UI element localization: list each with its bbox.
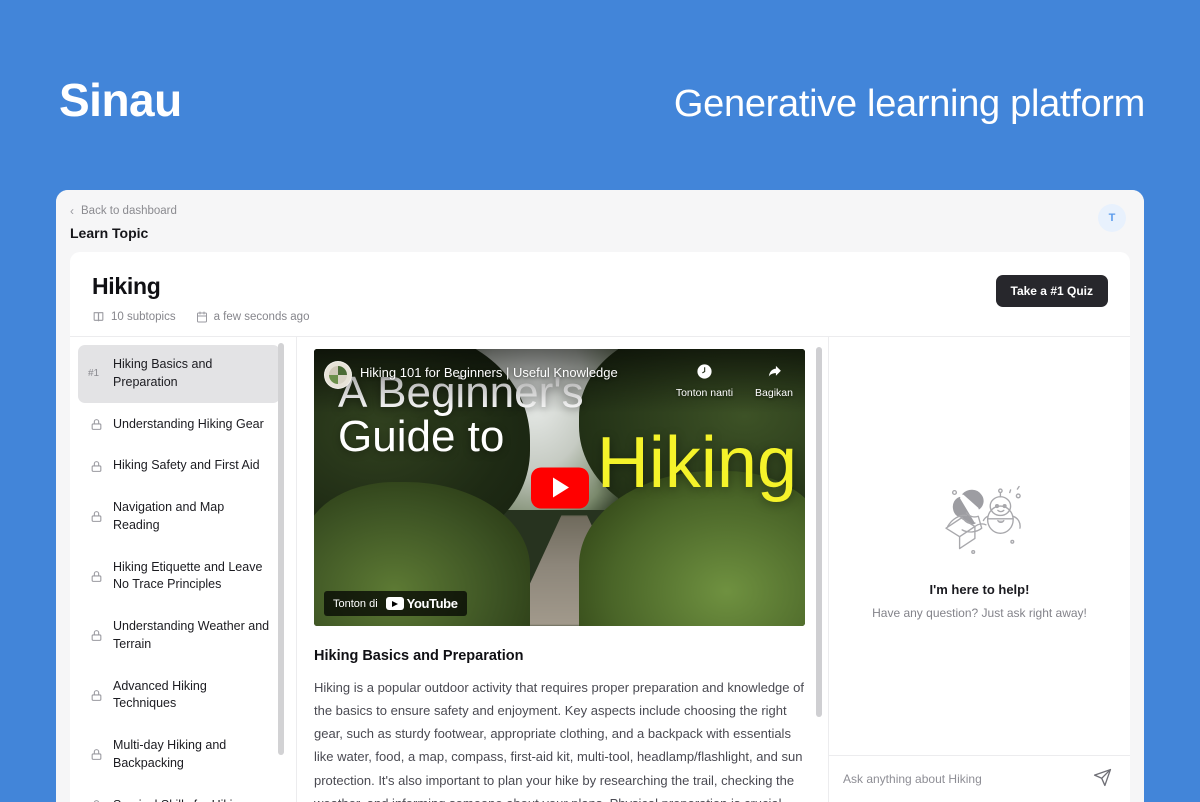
- assistant-empty-state: I'm here to help! Have any question? Jus…: [829, 337, 1130, 755]
- topic-meta: 10 subtopics a few seconds ago: [92, 310, 309, 323]
- lock-icon: [88, 460, 104, 473]
- topic-card: Hiking 10 subtopics: [70, 252, 1130, 802]
- assistant-subheading: Have any question? Just ask right away!: [872, 606, 1087, 620]
- calendar-icon: [196, 311, 208, 323]
- article-heading: Hiking Basics and Preparation: [314, 648, 808, 664]
- share-arrow-icon: [766, 363, 783, 383]
- channel-avatar-icon[interactable]: [324, 361, 352, 389]
- sidebar-item-label: Survival Skills for Hiking: [113, 797, 246, 802]
- app-header: ‹ Back to dashboard Learn Topic T: [56, 190, 1144, 252]
- avatar[interactable]: T: [1098, 204, 1126, 232]
- app-window: ‹ Back to dashboard Learn Topic T Hiking…: [56, 190, 1144, 802]
- sidebar-item[interactable]: Understanding Hiking Gear: [78, 405, 280, 445]
- clock-icon: [696, 363, 713, 383]
- sidebar-item-label: Advanced Hiking Techniques: [113, 678, 270, 714]
- sidebar-item[interactable]: #1 Hiking Basics and Preparation: [78, 345, 280, 403]
- send-icon: [1093, 768, 1112, 790]
- topic-title: Hiking: [92, 273, 160, 300]
- video-title[interactable]: Hiking 101 for Beginners | Useful Knowle…: [360, 365, 618, 380]
- video-actions: Tonton nanti Bagikan: [676, 363, 793, 399]
- sidebar-item-label: Navigation and Map Reading: [113, 499, 270, 535]
- subtopic-list: #1 Hiking Basics and Preparation Understan…: [78, 345, 280, 802]
- lesson-content: A Beginner's Guide to Hiking Hiking 101 …: [297, 337, 828, 802]
- lock-icon: [88, 418, 104, 431]
- assistant-panel: I'm here to help! Have any question? Jus…: [829, 337, 1130, 802]
- sidebar-scrollbar[interactable]: [278, 343, 284, 755]
- subtopic-count-label: 10 subtopics: [111, 311, 176, 323]
- content-scrollbar[interactable]: [816, 347, 822, 717]
- sidebar-item[interactable]: Understanding Weather and Terrain: [78, 607, 280, 665]
- sidebar-item[interactable]: Navigation and Map Reading: [78, 488, 280, 546]
- sidebar-item[interactable]: Hiking Etiquette and Leave No Trace Prin…: [78, 548, 280, 606]
- watch-on-youtube-button[interactable]: Tonton di YouTube: [324, 591, 467, 616]
- subtopic-count: 10 subtopics: [92, 310, 176, 323]
- watch-later-button[interactable]: Tonton nanti: [676, 363, 733, 399]
- play-button[interactable]: [531, 467, 589, 508]
- brand-tagline: Generative learning platform: [674, 83, 1145, 126]
- page-title: Learn Topic: [70, 225, 148, 241]
- chat-input[interactable]: [843, 772, 1091, 786]
- youtube-wordmark: YouTube: [407, 596, 458, 611]
- play-triangle-icon: [553, 478, 569, 498]
- video-player[interactable]: A Beginner's Guide to Hiking Hiking 101 …: [314, 349, 805, 626]
- sidebar-item[interactable]: Advanced Hiking Techniques: [78, 667, 280, 725]
- take-quiz-button[interactable]: Take a #1 Quiz: [996, 275, 1108, 307]
- sidebar-item-label: Understanding Weather and Terrain: [113, 618, 270, 654]
- assistant-heading: I'm here to help!: [930, 582, 1030, 597]
- chat-input-row: [829, 755, 1130, 802]
- share-label: Bagikan: [755, 387, 793, 399]
- subtopic-sidebar: #1 Hiking Basics and Preparation Understan…: [70, 337, 296, 802]
- assistant-illustration-icon: [929, 472, 1031, 564]
- sidebar-item-label: Understanding Hiking Gear: [113, 416, 264, 434]
- sidebar-item[interactable]: Hiking Safety and First Aid: [78, 446, 280, 486]
- lock-icon: [88, 748, 104, 761]
- watch-on-label: Tonton di: [333, 598, 378, 610]
- lock-icon: [88, 570, 104, 583]
- lock-icon: [88, 689, 104, 702]
- updated-time-label: a few seconds ago: [214, 311, 310, 323]
- share-button[interactable]: Bagikan: [755, 363, 793, 399]
- topic-header: Hiking 10 subtopics: [70, 252, 1130, 336]
- page-header: Sinau Generative learning platform: [0, 0, 1200, 190]
- lock-icon: [88, 629, 104, 642]
- watch-later-label: Tonton nanti: [676, 387, 733, 399]
- send-button[interactable]: [1091, 768, 1114, 790]
- sidebar-item-label: Multi-day Hiking and Backpacking: [113, 737, 270, 773]
- sidebar-item-label: Hiking Safety and First Aid: [113, 457, 260, 475]
- chevron-left-icon: ‹: [70, 205, 74, 217]
- youtube-play-icon: [386, 597, 404, 610]
- brand-logo: Sinau: [59, 73, 182, 127]
- content-panes: #1 Hiking Basics and Preparation Understan…: [70, 337, 1130, 802]
- sidebar-item[interactable]: Multi-day Hiking and Backpacking: [78, 726, 280, 784]
- youtube-logo: YouTube: [386, 596, 458, 611]
- book-icon: [92, 310, 105, 323]
- back-to-dashboard-link[interactable]: ‹ Back to dashboard: [70, 205, 177, 217]
- updated-time: a few seconds ago: [196, 311, 310, 323]
- subtopic-index-badge: #1: [88, 368, 104, 379]
- avatar-initial: T: [1109, 212, 1116, 224]
- article-paragraph: Hiking is a popular outdoor activity tha…: [314, 676, 805, 802]
- back-link-label: Back to dashboard: [81, 205, 177, 217]
- sidebar-item-label: Hiking Basics and Preparation: [113, 356, 270, 392]
- sidebar-item-label: Hiking Etiquette and Leave No Trace Prin…: [113, 559, 270, 595]
- lock-icon: [88, 510, 104, 523]
